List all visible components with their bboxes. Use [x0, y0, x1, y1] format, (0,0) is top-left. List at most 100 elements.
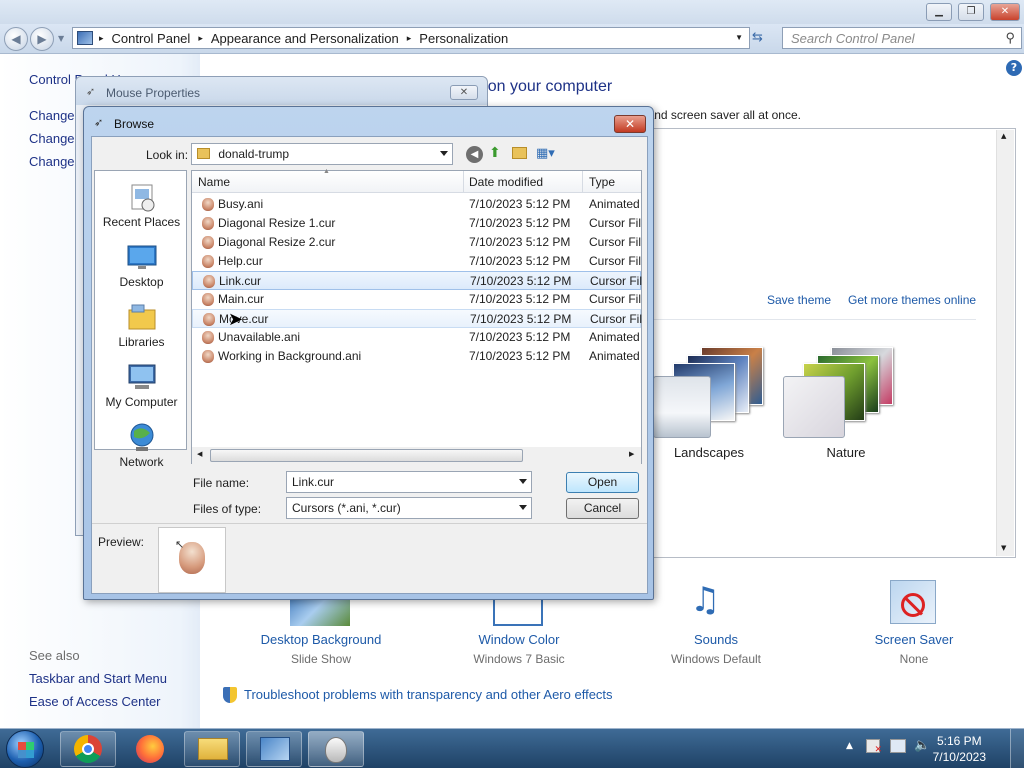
taskbar-file-explorer[interactable] [184, 731, 240, 767]
file-row[interactable]: Busy.ani 7/10/2023 5:12 PM Animated [192, 195, 641, 214]
cursor-file-icon [202, 217, 214, 230]
file-name: Main.cur [218, 292, 265, 306]
search-input[interactable]: Search Control Panel ⚲ [782, 27, 1022, 49]
scroll-up-icon[interactable]: ▲ [1001, 132, 1006, 140]
clock-date: 7/10/2023 [932, 750, 986, 764]
file-row[interactable]: Diagonal Resize 1.cur 7/10/2023 5:12 PM Cu… [192, 214, 641, 233]
look-in-value: donald-trump [218, 147, 290, 161]
close-button[interactable]: ✕ [450, 85, 478, 100]
volume-icon[interactable]: 🔈 [914, 738, 930, 753]
file-row[interactable]: Unavailable.ani 7/10/2023 5:12 PM Animated [192, 328, 641, 347]
control-panel-icon [77, 31, 93, 45]
column-header-date-modified[interactable]: Date modified [469, 175, 543, 189]
file-row[interactable]: Diagonal Resize 2.cur 7/10/2023 5:12 PM Cu… [192, 233, 641, 252]
place-recent-places[interactable]: Recent Places [95, 181, 188, 229]
back-button[interactable]: ◀ [4, 27, 28, 51]
scroll-thumb[interactable] [210, 449, 523, 462]
file-row[interactable]: Link.cur 7/10/2023 5:12 PM Cursor File [192, 271, 642, 290]
screen-saver-link[interactable]: Screen Saver [839, 632, 989, 647]
close-button[interactable]: ✕ [990, 3, 1020, 21]
theme-nature[interactable] [783, 341, 903, 441]
breadcrumb-item[interactable]: Control Panel [112, 31, 191, 46]
chevron-down-icon[interactable] [440, 151, 448, 156]
files-of-type-dropdown[interactable]: Cursors (*.ani, *.cur) [286, 497, 532, 519]
start-button[interactable] [6, 730, 44, 768]
column-header-name[interactable]: Name [198, 175, 230, 189]
breadcrumb-item[interactable]: Appearance and Personalization [211, 31, 399, 46]
sounds-link[interactable]: Sounds [641, 632, 791, 647]
browse-dialog: ➶ Browse ✕ Look in: donald-trump ◀ ⬆ ▦▾ … [83, 106, 654, 600]
breadcrumb-item[interactable]: Personalization [419, 31, 508, 46]
control-panel-icon [260, 737, 290, 761]
place-libraries[interactable]: Libraries [95, 301, 188, 349]
file-row[interactable]: Main.cur 7/10/2023 5:12 PM Cursor File [192, 290, 641, 309]
file-list[interactable]: Name ▲ Date modified Type Busy.ani 7/10/2… [191, 168, 642, 464]
place-label: Libraries [118, 335, 165, 349]
breadcrumb-separator-icon: ▸ [198, 32, 203, 43]
column-divider[interactable] [463, 171, 464, 193]
taskbar-mouse[interactable] [308, 731, 364, 767]
chevron-down-icon[interactable]: ▼ [735, 33, 743, 42]
taskbar-start-menu-link[interactable]: Taskbar and Start Menu [29, 671, 167, 686]
column-header-type[interactable]: Type [589, 175, 615, 189]
column-divider[interactable] [582, 171, 583, 193]
horizontal-scrollbar[interactable]: ◀ ▶ [192, 447, 641, 464]
file-name: Busy.ani [218, 197, 264, 211]
file-name-input[interactable]: Link.cur [286, 471, 532, 493]
theme-landscapes[interactable] [653, 341, 773, 441]
taskbar-chrome[interactable] [60, 731, 116, 767]
recent-places-icon [131, 184, 154, 212]
file-type: Animated [589, 330, 640, 344]
cancel-button[interactable]: Cancel [566, 498, 639, 519]
back-icon[interactable]: ◀ [466, 146, 483, 163]
file-date: 7/10/2023 5:12 PM [469, 197, 571, 211]
minimize-button[interactable]: ▁ [926, 3, 952, 21]
scroll-right-icon[interactable]: ▶ [629, 450, 634, 458]
get-more-themes-link[interactable]: Get more themes online [848, 293, 976, 307]
file-row[interactable]: Help.cur 7/10/2023 5:12 PM Cursor File [192, 252, 641, 271]
window-title: Mouse Properties [106, 86, 201, 100]
search-icon[interactable]: ⚲ [1005, 30, 1015, 46]
taskbar-firefox[interactable] [122, 731, 178, 767]
address-bar[interactable]: ▸ Control Panel ▸ Appearance and Persona… [72, 27, 750, 49]
place-network[interactable]: Network [95, 421, 188, 469]
window-color-link[interactable]: Window Color [444, 632, 594, 647]
forward-button[interactable]: ▶ [30, 27, 54, 51]
file-row[interactable]: Move.cur 7/10/2023 5:12 PM Cursor File [192, 309, 642, 328]
help-icon[interactable]: ? [1006, 60, 1022, 76]
place-my-computer[interactable]: My Computer [95, 361, 188, 409]
sounds-icon[interactable]: ♫ [690, 580, 720, 620]
screen-saver-icon[interactable] [890, 580, 936, 624]
look-in-dropdown[interactable]: donald-trump [191, 143, 453, 165]
mouse-icon: ➶ [86, 86, 96, 98]
desktop-background-link[interactable]: Desktop Background [246, 632, 396, 647]
file-row[interactable]: Working in Background.ani 7/10/2023 5:12 … [192, 347, 641, 366]
firefox-icon [136, 735, 164, 763]
recent-pages-icon[interactable]: ▼ [58, 34, 64, 43]
network-icon[interactable] [890, 739, 906, 753]
clock[interactable]: 5:16 PM 7/10/2023 [933, 733, 986, 765]
action-center-icon[interactable]: ✕ [866, 739, 882, 755]
theme-label: Landscapes [673, 445, 745, 460]
scroll-down-icon[interactable]: ▼ [1001, 544, 1006, 552]
taskbar-control-panel[interactable] [246, 731, 302, 767]
show-hidden-icons[interactable]: ▲ [846, 741, 853, 751]
up-folder-icon[interactable]: ⬆ [489, 145, 501, 161]
chevron-down-icon[interactable] [519, 505, 527, 510]
ease-of-access-link[interactable]: Ease of Access Center [29, 694, 161, 709]
troubleshoot-link[interactable]: Troubleshoot problems with transparency … [244, 687, 613, 702]
cursor-file-icon [203, 313, 215, 326]
close-button[interactable]: ✕ [614, 115, 646, 133]
chevron-down-icon[interactable] [519, 479, 527, 484]
scrollbar[interactable]: ▲ ▼ [996, 130, 1014, 556]
open-button[interactable]: Open [566, 472, 639, 493]
save-theme-link[interactable]: Save theme [767, 293, 831, 307]
refresh-icon[interactable]: ⇆ [752, 30, 763, 45]
scroll-left-icon[interactable]: ◀ [197, 450, 202, 458]
show-desktop-button[interactable] [1010, 729, 1024, 769]
maximize-button[interactable]: ❐ [958, 3, 984, 21]
place-desktop[interactable]: Desktop [95, 241, 188, 289]
theme-image [653, 376, 711, 438]
view-menu-icon[interactable]: ▦▾ [536, 146, 555, 161]
new-folder-icon[interactable] [512, 147, 527, 159]
